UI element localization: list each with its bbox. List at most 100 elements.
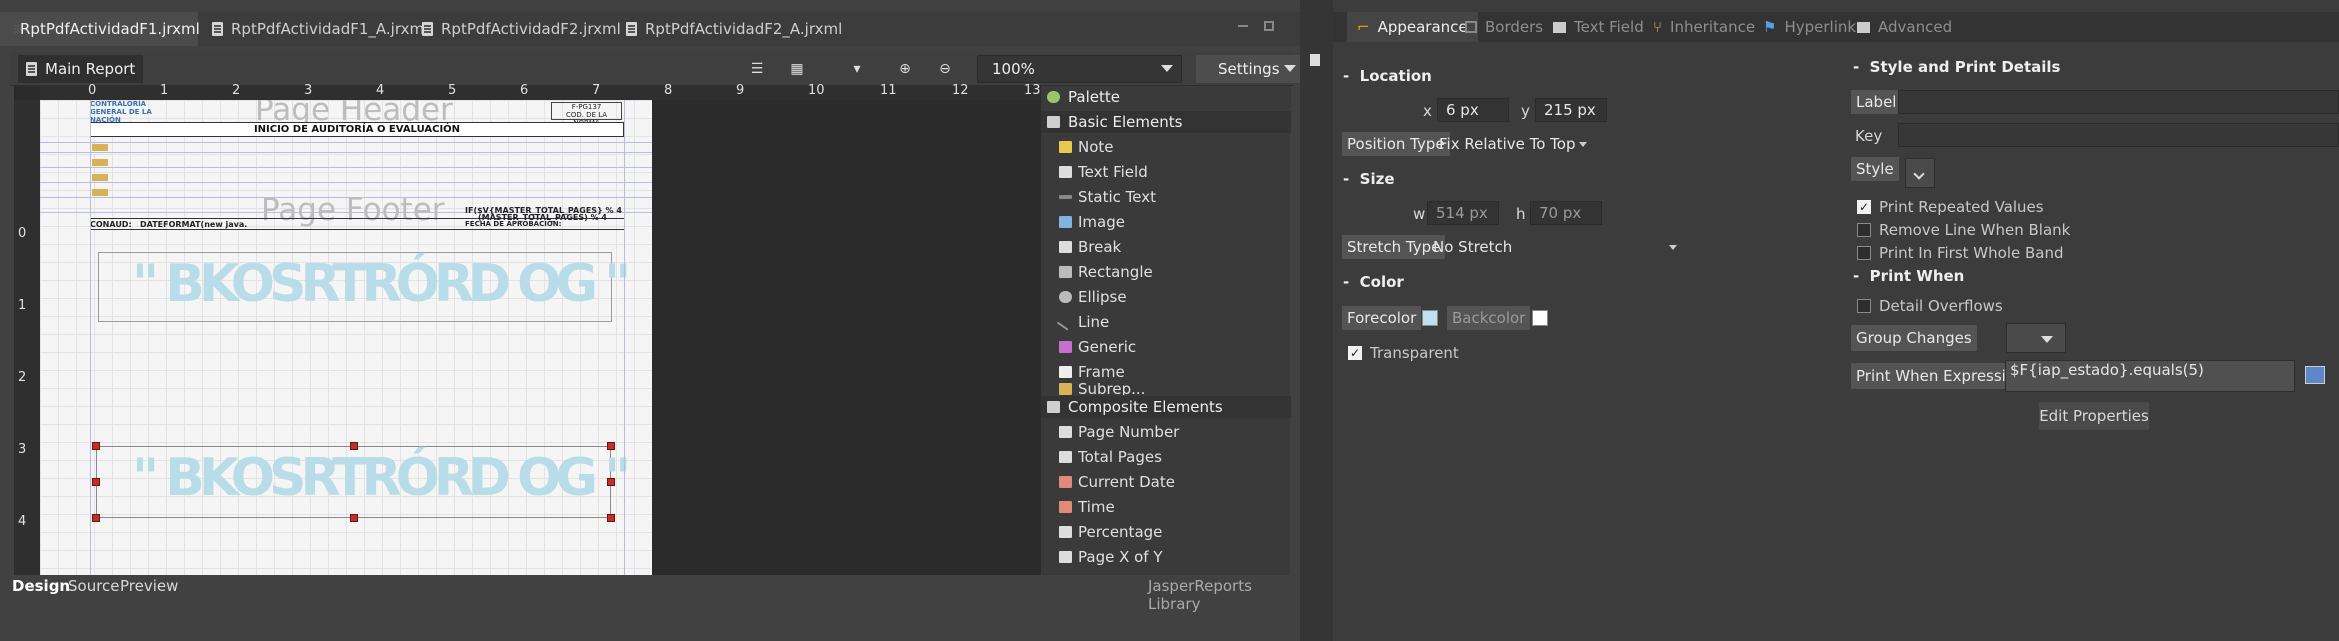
palette-item-subreport[interactable]: Subrep... (1059, 383, 1145, 395)
palette-item-time[interactable]: Time (1059, 496, 1115, 518)
layout-icon[interactable]: ☰ (746, 58, 768, 80)
table-icon[interactable]: ▦ (786, 58, 808, 80)
jaspersoft-studio-window: RptPdfActividadF1.jrxml RptPdfActividadF… (0, 0, 2339, 641)
resize-handle[interactable] (607, 442, 615, 450)
palette-item-percentage[interactable]: Percentage (1059, 521, 1162, 543)
ruler-tick-label: 7 (592, 83, 601, 98)
main-report-crumb[interactable]: Main Report (18, 55, 144, 83)
forecolor-button[interactable]: Forecolor (1342, 306, 1422, 330)
ruler-corner (14, 86, 40, 100)
label-field[interactable] (1898, 90, 2339, 114)
tab-appearance[interactable]: ⌐ Appearance (1347, 12, 1478, 42)
key-field[interactable] (1898, 123, 2339, 147)
outline-icon[interactable] (1310, 54, 1320, 66)
print-when-header[interactable]: - Print When (1853, 267, 1964, 285)
maximize-icon[interactable] (1264, 21, 1274, 31)
resize-handle[interactable] (350, 514, 358, 522)
ruler-tick-label: 0 (88, 83, 97, 98)
palette-item-rectangle[interactable]: Rectangle (1059, 261, 1153, 283)
palette-item-current-date[interactable]: Current Date (1059, 471, 1175, 493)
backcolor-button[interactable]: Backcolor (1447, 306, 1531, 330)
resize-handle[interactable] (92, 442, 100, 450)
palette-item-page-x-of-y[interactable]: Page X of Y (1059, 546, 1163, 568)
forecolor-swatch[interactable] (1422, 310, 1438, 326)
y-field[interactable]: 215 px (1535, 98, 1607, 122)
tab-inheritance[interactable]: ⑂ Inheritance (1653, 12, 1755, 42)
tab-hyperlink[interactable]: ⚑ Hyperlink (1763, 12, 1856, 42)
footer-fecha[interactable]: FECHA DE APROBACIÓN: (465, 220, 561, 228)
backcolor-swatch[interactable] (1532, 310, 1548, 326)
advanced-icon (1857, 21, 1870, 33)
transparent-checkbox[interactable]: ✓ Transparent (1348, 344, 1459, 362)
detail-overflows-checkbox[interactable]: Detail Overflows (1857, 297, 2003, 315)
palette-item-line[interactable]: Line (1056, 311, 1109, 333)
line-icon (1056, 313, 1075, 331)
palette-item-ellipse[interactable]: Ellipse (1059, 286, 1127, 308)
file-tab-3[interactable]: RptPdfActividadF2_A.jrxml (614, 12, 854, 46)
location-header[interactable]: - Location (1343, 67, 1432, 85)
x-field[interactable]: 6 px (1437, 98, 1509, 122)
tab-advanced[interactable]: Advanced (1857, 12, 1952, 42)
settings-button[interactable]: Settings (1196, 55, 1304, 83)
resize-handle[interactable] (350, 442, 358, 450)
remove-line-checkbox[interactable]: Remove Line When Blank (1857, 221, 2070, 239)
palette-item-static-text[interactable]: Static Text (1059, 186, 1156, 208)
ruler-tick-label: 1 (160, 83, 169, 98)
file-tab-2[interactable]: RptPdfActividadF2.jrxml (410, 12, 633, 46)
palette-item-frame[interactable]: Frame (1059, 361, 1125, 383)
expression-editor-icon[interactable] (2305, 366, 2325, 384)
tab-preview[interactable]: Preview (120, 577, 178, 595)
print-first-checkbox[interactable]: Print In First Whole Band (1857, 244, 2064, 262)
report-title[interactable]: INICIO DE AUDITORÍA O EVALUACIÓN (90, 122, 624, 137)
palette-item-text-field[interactable]: Text Field (1059, 161, 1148, 183)
image-placeholder[interactable] (92, 159, 108, 166)
palette-item-page-number[interactable]: Page Number (1059, 421, 1179, 443)
tab-design[interactable]: Design (12, 577, 70, 595)
chevron-down-icon (1669, 245, 1677, 250)
tab-source[interactable]: Source (68, 577, 120, 595)
size-header[interactable]: - Size (1343, 170, 1395, 188)
print-when-expression-field[interactable]: $F{iap_estado}.equals(5) (2005, 360, 2295, 392)
w-label: w (1413, 205, 1426, 223)
file-tab-0[interactable]: RptPdfActividadF1.jrxml (0, 12, 200, 46)
palette-item-break[interactable]: Break (1059, 236, 1121, 258)
image-placeholder[interactable] (92, 189, 108, 196)
zoom-out-icon[interactable]: ⊖ (934, 58, 956, 80)
style-print-header[interactable]: - Style and Print Details (1853, 58, 2060, 76)
palette-item-image[interactable]: Image (1059, 211, 1125, 233)
height-field[interactable]: 70 px (1530, 201, 1602, 225)
stretch-type-select[interactable]: No Stretch (1427, 235, 1683, 259)
minimize-icon[interactable] (1238, 25, 1248, 27)
edit-properties-button[interactable]: Edit Properties (2039, 402, 2149, 430)
zoom-in-icon[interactable]: ⊕ (894, 58, 916, 80)
static-text-icon (1059, 195, 1072, 199)
print-repeated-checkbox[interactable]: ✓ Print Repeated Values (1857, 198, 2044, 216)
palette-item-total-pages[interactable]: Total Pages (1059, 446, 1162, 468)
file-tab-1[interactable]: RptPdfActividadF1_A.jrxml (200, 12, 440, 46)
footer-date-expr[interactable]: DATEFORMAT(new java. (140, 220, 247, 229)
snap-icon[interactable]: ▾ (846, 58, 868, 80)
zoom-select[interactable]: 100% (977, 55, 1182, 83)
palette-item-note[interactable]: Note (1059, 136, 1114, 158)
basic-elements-header[interactable]: Basic Elements (1041, 111, 1291, 133)
style-dropdown[interactable] (1905, 158, 1935, 188)
resize-handle[interactable] (92, 478, 100, 486)
report-canvas[interactable]: CONTRALORÍA GENERAL DE LA NACIÓN Page He… (40, 100, 652, 575)
image-placeholder[interactable] (92, 144, 108, 151)
break-icon (1059, 241, 1072, 253)
panel-divider[interactable] (1300, 0, 1333, 641)
tab-borders[interactable]: Borders (1465, 12, 1543, 42)
palette-item-generic[interactable]: Generic (1059, 336, 1136, 358)
resize-handle[interactable] (92, 514, 100, 522)
resize-handle[interactable] (607, 478, 615, 486)
footer-conaud[interactable]: CONAUD: (90, 220, 132, 229)
group-changes-select[interactable] (2006, 323, 2066, 353)
tab-text-field[interactable]: Text Field (1553, 12, 1644, 42)
composite-elements-header[interactable]: Composite Elements (1041, 396, 1291, 418)
borders-icon (1465, 21, 1477, 33)
color-header[interactable]: - Color (1343, 273, 1404, 291)
position-type-select[interactable]: Fix Relative To Top (1433, 132, 1593, 156)
image-placeholder[interactable] (92, 174, 108, 181)
width-field[interactable]: 514 px (1427, 201, 1499, 225)
resize-handle[interactable] (607, 514, 615, 522)
